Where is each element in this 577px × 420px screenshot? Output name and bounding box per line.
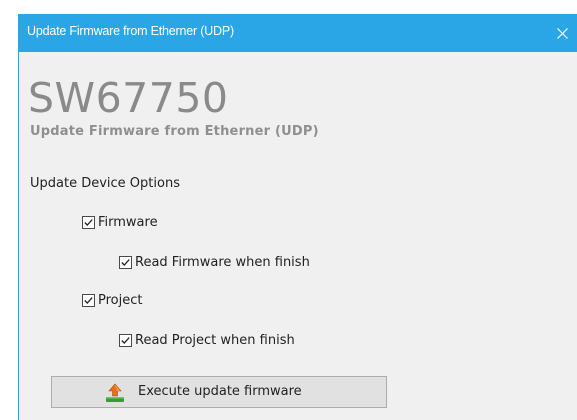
checkmark-icon	[84, 219, 93, 226]
checkmark-icon	[84, 297, 93, 304]
update-options-label: Update Device Options	[30, 176, 180, 191]
checkmark-icon	[121, 259, 130, 266]
checkbox-box[interactable]	[119, 256, 132, 269]
read-firmware-label: Read Firmware when finish	[135, 255, 310, 270]
close-icon	[557, 28, 568, 39]
update-firmware-window: Update Firmware from Etherner (UDP) SW67…	[18, 14, 577, 420]
checkbox-box[interactable]	[82, 216, 95, 229]
product-code: SW67750	[28, 74, 229, 122]
execute-update-label: Execute update firmware	[138, 384, 302, 399]
checkbox-box[interactable]	[119, 334, 132, 347]
read-firmware-checkbox[interactable]: Read Firmware when finish	[119, 255, 310, 270]
upload-chip-icon	[106, 383, 124, 402]
window-titlebar[interactable]: Update Firmware from Etherner (UDP)	[19, 14, 577, 52]
window-content: SW67750 Update Firmware from Etherner (U…	[19, 52, 577, 420]
window-title: Update Firmware from Etherner (UDP)	[27, 24, 234, 38]
read-project-label: Read Project when finish	[135, 333, 295, 348]
execute-update-button[interactable]: Execute update firmware	[51, 376, 387, 408]
checkbox-box[interactable]	[82, 294, 95, 307]
read-project-checkbox[interactable]: Read Project when finish	[119, 333, 295, 348]
firmware-checkbox[interactable]: Firmware	[82, 215, 158, 230]
checkmark-icon	[121, 337, 130, 344]
product-subtitle: Update Firmware from Etherner (UDP)	[30, 124, 319, 139]
project-label: Project	[98, 293, 143, 308]
project-checkbox[interactable]: Project	[82, 293, 142, 308]
firmware-label: Firmware	[98, 215, 158, 230]
close-button[interactable]	[547, 14, 577, 52]
